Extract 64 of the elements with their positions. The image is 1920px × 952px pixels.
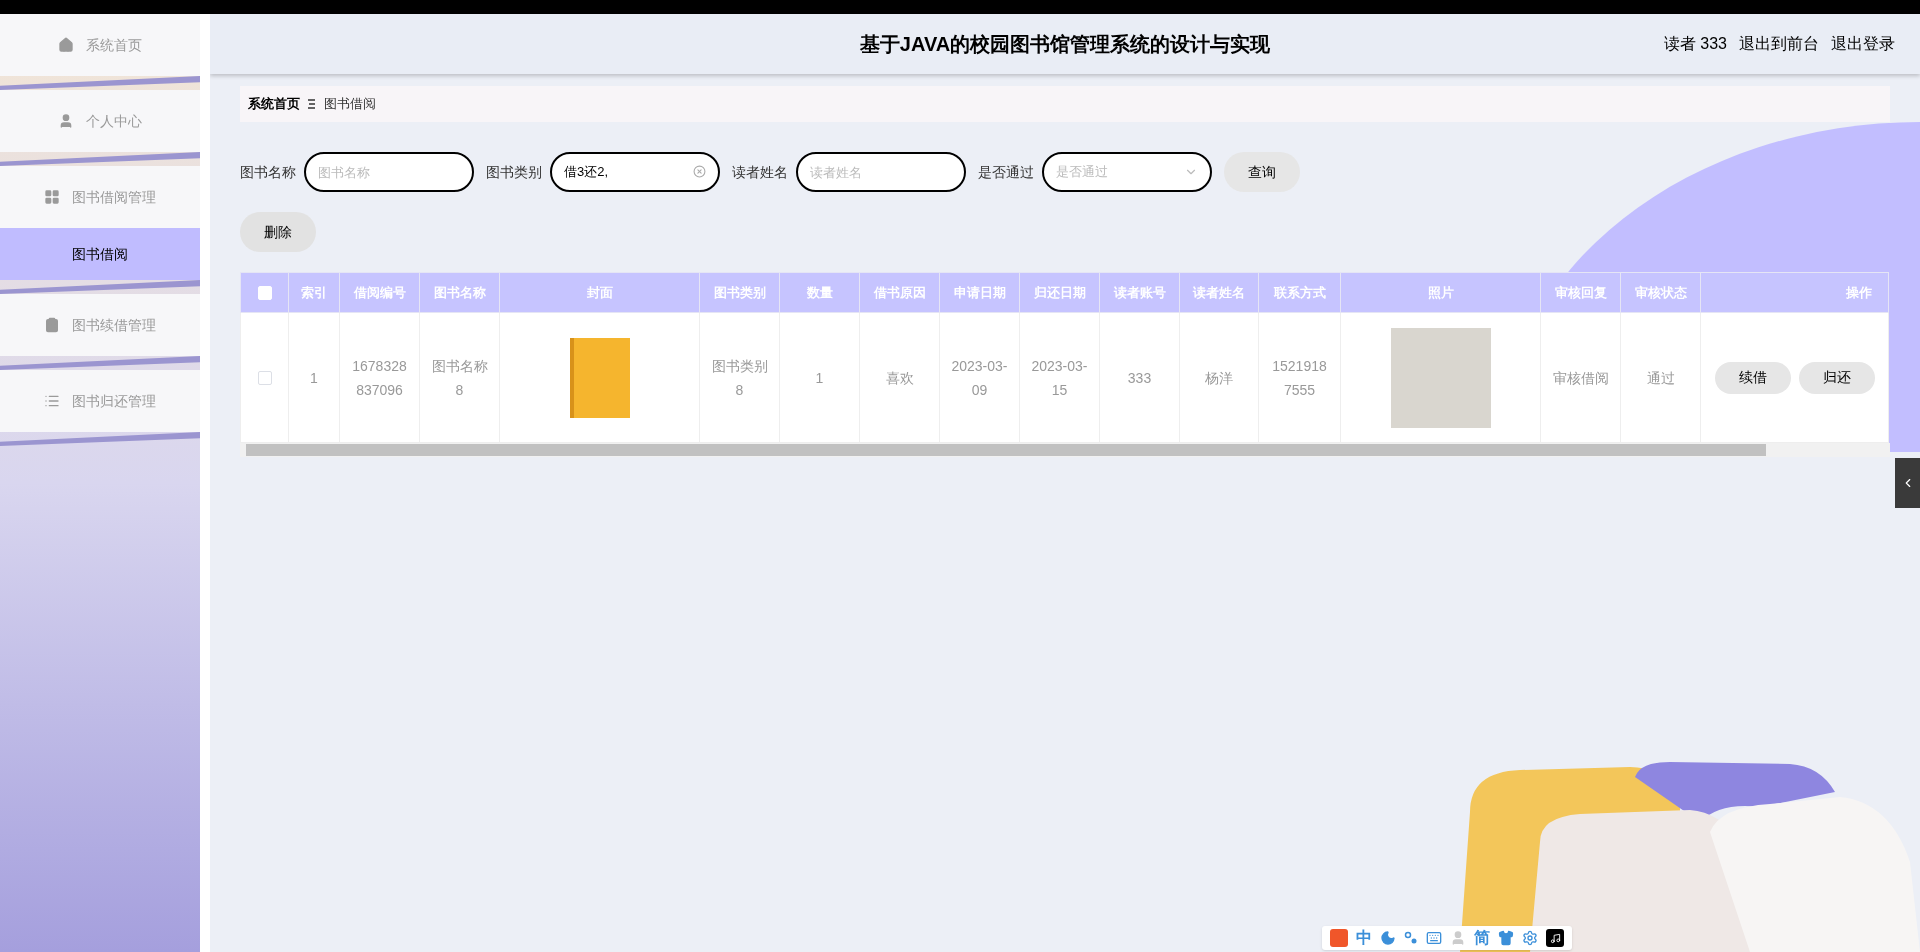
page-title: 基于JAVA的校园图书馆管理系统的设计与实现 — [859, 32, 1271, 57]
table-cell-text: 2023-03-09 — [951, 357, 1008, 398]
table-cell-text: 喜欢 — [885, 369, 914, 386]
column-header: 照片 — [1427, 284, 1454, 300]
filter-label: 是否通过 — [978, 162, 1034, 182]
table-cell-text: 图书名称8 — [431, 357, 488, 398]
table-cell-text: 图书类别8 — [711, 357, 768, 398]
column-header: 申请日期 — [953, 284, 1006, 300]
column-header: 审核回复 — [1554, 284, 1607, 300]
table-cell-text: 审核借阅 — [1552, 369, 1609, 386]
column-header: 借阅编号 — [353, 284, 406, 300]
clear-icon[interactable] — [693, 165, 706, 178]
column-header: 封面 — [586, 284, 613, 300]
punctuation-icon[interactable] — [1404, 931, 1418, 945]
sidebar-subitem[interactable]: 图书借阅 — [0, 228, 200, 280]
menu-icon — [58, 113, 74, 129]
row-action-button[interactable]: 续借 — [1714, 361, 1791, 394]
menu-icon — [44, 189, 60, 205]
filter-label: 图书名称 — [240, 162, 296, 182]
column-header: 图书名称 — [433, 284, 486, 300]
app-logo-icon[interactable] — [1330, 929, 1348, 947]
horizontal-scrollbar[interactable] — [240, 443, 1890, 457]
menu-icon — [58, 37, 74, 53]
settings-icon[interactable] — [1522, 930, 1538, 946]
checkbox[interactable] — [257, 370, 272, 385]
header-link[interactable]: 退出登录 — [1831, 32, 1895, 56]
music-note-icon[interactable] — [1546, 929, 1564, 947]
table-cell-text: 杨洋 — [1205, 369, 1233, 386]
column-header: 联系方式 — [1273, 284, 1326, 300]
column-header: 归还日期 — [1033, 284, 1086, 300]
user-label: 读者 333 — [1663, 34, 1727, 54]
filter-label: 读者姓名 — [732, 162, 788, 182]
column-header: 读者账号 — [1113, 284, 1166, 300]
column-header: 图书类别 — [713, 284, 766, 300]
column-header: 读者姓名 — [1193, 284, 1245, 300]
column-header: 借书原因 — [873, 284, 926, 300]
row-action-button[interactable]: 归还 — [1798, 361, 1875, 394]
column-header: 审核状态 — [1634, 284, 1687, 300]
separator-icon — [308, 99, 316, 109]
menu-icon — [44, 393, 60, 409]
table-cell-text: 15219187555 — [1272, 357, 1327, 398]
text-field[interactable]: 图书名称 — [304, 152, 474, 192]
text-field[interactable]: 借3还2, — [550, 152, 720, 192]
keyboard-icon[interactable] — [1426, 930, 1442, 946]
moon-icon[interactable] — [1380, 930, 1396, 946]
breadcrumb-link[interactable]: 系统首页 — [248, 94, 300, 114]
breadcrumb-link[interactable]: 图书借阅 — [324, 94, 376, 114]
user-icon[interactable] — [1450, 930, 1466, 946]
text-field[interactable]: 读者姓名 — [796, 152, 966, 192]
delete-button[interactable]: 删除 — [240, 212, 316, 252]
menu-icon — [44, 317, 60, 333]
search-button[interactable]: 查询 — [1224, 152, 1300, 192]
table-cell-text: 333 — [1127, 369, 1152, 386]
column-header: 索引 — [301, 284, 327, 300]
table-cell-text: 1678328837096 — [352, 357, 407, 398]
table-cell-text: 1 — [815, 369, 824, 386]
filter-label: 图书类别 — [486, 162, 542, 182]
column-header: 操作 — [1846, 284, 1872, 300]
header-link[interactable]: 退出到前台 — [1739, 32, 1819, 56]
shirt-icon[interactable] — [1498, 930, 1514, 946]
table-cell-text: 通过 — [1646, 369, 1675, 386]
table-cell-text: 2023-03-15 — [1031, 357, 1088, 398]
table-cell-text: 1 — [310, 369, 318, 386]
column-header: 数量 — [806, 284, 833, 300]
